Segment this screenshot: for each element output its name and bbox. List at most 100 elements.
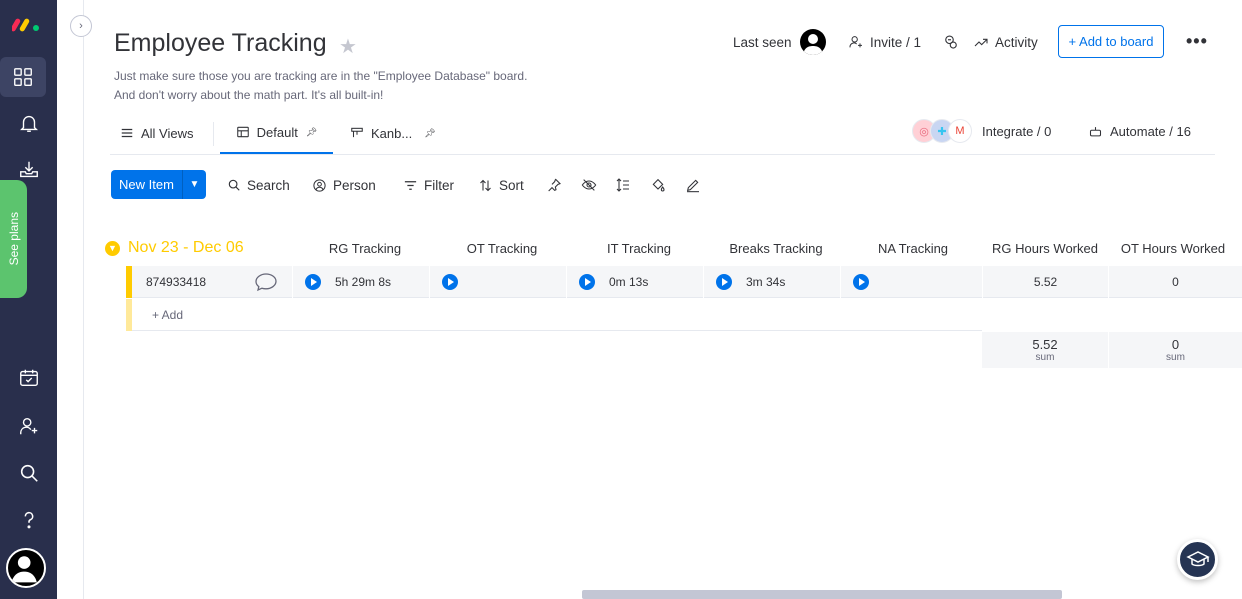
cell-breaks-tracking[interactable]: 3m 34s (703, 266, 840, 298)
hours-value: 5.52 (1033, 275, 1058, 289)
add-item-label[interactable]: + Add (152, 308, 183, 322)
workspace-icon[interactable] (0, 57, 46, 97)
cell-it-tracking[interactable]: 0m 13s (566, 266, 703, 298)
trend-up-icon (974, 38, 988, 47)
group-color-bar (126, 266, 132, 298)
group-header[interactable]: ▼ Nov 23 - Dec 06 (105, 236, 244, 260)
column-header-rg-tracking[interactable]: RG Tracking (300, 241, 430, 256)
group-title[interactable]: Nov 23 - Dec 06 (128, 239, 244, 257)
group-color-bar (126, 299, 132, 331)
play-timer-icon[interactable] (853, 274, 869, 290)
cell-rg-hours-worked[interactable]: 5.52 (982, 266, 1108, 298)
column-header-ot-tracking[interactable]: OT Tracking (437, 241, 567, 256)
filter-label: Filter (424, 177, 454, 193)
add-to-board-button[interactable]: + Add to board (1058, 25, 1164, 58)
integrate-label: Integrate / 0 (982, 123, 1052, 139)
invite-members-icon[interactable] (0, 406, 57, 446)
hide-eye-icon[interactable] (581, 172, 597, 198)
sort-button[interactable]: Sort (478, 172, 524, 198)
table-icon (236, 126, 249, 138)
item-name[interactable]: 874933418 (146, 275, 206, 289)
cell-rg-tracking[interactable]: 5h 29m 8s (292, 266, 429, 298)
person-filter-button[interactable]: Person (312, 172, 376, 198)
tab-default[interactable]: Default 📌︎ (220, 112, 333, 154)
invite-label: Invite / 1 (870, 34, 922, 50)
pin-icon[interactable]: 📌︎ (424, 128, 435, 139)
filter-button[interactable]: Filter (403, 172, 454, 198)
search-icon (228, 179, 240, 191)
play-timer-icon[interactable] (442, 274, 458, 290)
expand-panel-chevron-icon[interactable]: › (70, 15, 92, 37)
learning-center-graduation-cap-icon[interactable] (1177, 539, 1218, 580)
search-button[interactable]: Search (227, 172, 290, 198)
see-plans-button[interactable]: See plans (0, 180, 27, 298)
user-avatar[interactable] (6, 548, 46, 588)
horizontal-scrollbar[interactable] (582, 590, 1062, 599)
last-seen-avatar (799, 29, 826, 55)
my-work-calendar-icon[interactable] (0, 358, 57, 398)
activity-button[interactable]: Activity (973, 28, 1038, 56)
sum-ot-hours: 0 sum (1109, 332, 1242, 368)
board-title[interactable]: Employee Tracking (114, 29, 327, 58)
timer-value: 5h 29m 8s (335, 275, 392, 289)
conversation-bubble-icon[interactable] (254, 272, 278, 292)
add-item-row[interactable]: + Add (126, 299, 982, 331)
column-header-na-tracking[interactable]: NA Tracking (848, 241, 978, 256)
group-collapse-chevron-icon[interactable]: ▼ (105, 240, 120, 256)
cell-ot-hours-worked[interactable]: 0 (1108, 266, 1242, 298)
invite-button[interactable]: Invite / 1 (848, 28, 921, 56)
tab-label: Kanb... (371, 125, 413, 141)
favorite-star-icon[interactable]: ★ (339, 34, 357, 59)
chevron-down-icon[interactable]: ▼ (182, 170, 206, 199)
play-timer-icon[interactable] (579, 274, 595, 290)
play-timer-icon[interactable] (716, 274, 732, 290)
person-label: Person (333, 177, 376, 193)
timer-value: 3m 34s (746, 275, 786, 289)
collapsed-workspace-panel (57, 0, 84, 599)
sum-value: 0 (1171, 337, 1180, 352)
column-header-rg-hours-worked[interactable]: RG Hours Worked (982, 241, 1108, 256)
color-fill-icon[interactable] (650, 172, 666, 198)
notifications-bell-icon[interactable] (0, 103, 57, 143)
integrations-robot-icon[interactable] (942, 28, 960, 56)
sort-label: Sort (499, 177, 524, 193)
timer-value: 0m 13s (609, 275, 649, 289)
table-row[interactable]: 874933418 5h 29m 8s 0m 13s 3m 34s 5.52 0 (126, 266, 1242, 298)
tab-all-views[interactable]: All Views (120, 112, 194, 154)
formula-pen-icon[interactable] (685, 172, 701, 198)
search-label: Search (247, 177, 290, 193)
automate-label: Automate / 16 (1110, 123, 1191, 139)
column-header-ot-hours-worked[interactable]: OT Hours Worked (1109, 241, 1237, 256)
pin-icon[interactable]: 📌︎ (306, 127, 317, 138)
integration-app-icons: ◎ ✚ M (912, 119, 972, 143)
column-header-it-tracking[interactable]: IT Tracking (574, 241, 704, 256)
person-add-icon (849, 36, 862, 48)
tab-kanban[interactable]: Kanb... 📌︎ (350, 112, 436, 154)
integrate-button[interactable]: ◎ ✚ M Integrate / 0 (912, 117, 1051, 145)
more-options-icon[interactable]: ••• (1186, 31, 1208, 52)
column-header-breaks-tracking[interactable]: Breaks Tracking (711, 241, 841, 256)
search-icon[interactable] (0, 453, 57, 493)
last-seen-label: Last seen (733, 34, 792, 50)
pin-columns-icon[interactable] (546, 172, 562, 198)
monday-logo[interactable] (12, 12, 42, 34)
last-seen-button[interactable]: Last seen (733, 28, 826, 56)
cell-ot-tracking[interactable] (429, 266, 566, 298)
sum-value: 5.52 (1032, 337, 1058, 352)
tab-label: Default (256, 124, 298, 140)
sum-label: sum (1035, 352, 1055, 363)
automate-button[interactable]: Automate / 16 (1088, 117, 1191, 145)
gmail-icon: M (948, 119, 972, 143)
kanban-icon (351, 127, 363, 138)
person-circle-icon (313, 178, 326, 192)
sort-arrows-icon (480, 179, 491, 191)
new-item-label: New Item (119, 177, 174, 192)
sum-rg-hours: 5.52 sum (982, 332, 1108, 368)
board-description[interactable]: Just make sure those you are tracking ar… (114, 67, 527, 105)
filter-icon (404, 180, 417, 190)
play-timer-icon[interactable] (305, 274, 321, 290)
cell-na-tracking[interactable] (840, 266, 982, 298)
row-height-icon[interactable] (615, 172, 631, 198)
new-item-button[interactable]: New Item ▼ (111, 170, 206, 199)
help-question-icon[interactable] (0, 500, 57, 540)
